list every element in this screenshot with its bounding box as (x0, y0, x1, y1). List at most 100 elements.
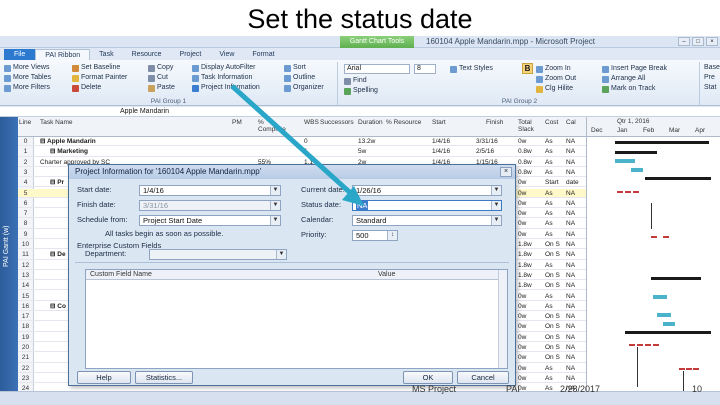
col-task-name[interactable]: Task Name (40, 119, 73, 126)
entry-bar-value[interactable]: Apple Mandarin (120, 108, 169, 115)
arrange-all-button[interactable]: Arrange All (602, 74, 645, 84)
custom-fields-grid[interactable]: Custom Field Name Value (85, 269, 508, 369)
display-autofilter-button[interactable]: Display AutoFilter (192, 63, 255, 73)
col-start[interactable]: Start (432, 119, 446, 126)
maximize-button[interactable]: □ (692, 37, 704, 46)
chevron-down-icon: ▼ (270, 201, 280, 210)
grid-scrollbar[interactable] (498, 270, 507, 368)
table-row[interactable]: 1 ⊟ Marketing 1 5w 1/4/16 2/5/16 0.8w As NA (18, 147, 586, 157)
font-size-select[interactable]: 8 (414, 64, 436, 74)
cell-cost: As (545, 292, 553, 300)
zoom-in-button[interactable]: Zoom In (536, 64, 571, 74)
context-tab-gantt-tools[interactable]: Gantt Chart Tools (340, 36, 414, 48)
set-baseline-button[interactable]: Set Baseline (72, 63, 120, 73)
format-painter-button[interactable]: Format Painter (72, 73, 127, 83)
priority-stepper[interactable]: 500 ↕ (352, 230, 398, 241)
delete-button[interactable]: Delete (72, 83, 101, 93)
gantt-bar-task[interactable] (631, 168, 643, 172)
gantt-link-line (637, 347, 638, 387)
outline-button[interactable]: Outline (284, 73, 315, 83)
status-date-field[interactable]: NA ▼ (352, 200, 502, 211)
clg-hilite-button[interactable]: Clg Hilite (536, 84, 573, 94)
cell-cost: As (545, 158, 553, 166)
cell-finish: 2/5/16 (476, 148, 495, 156)
col-line[interactable]: Line (19, 119, 31, 126)
gantt-bar-marketing[interactable] (615, 151, 657, 154)
zoom-out-button[interactable]: Zoom Out (536, 74, 576, 84)
cell-cost: On S (545, 323, 560, 331)
task-information-button[interactable]: Task Information (192, 73, 252, 83)
insert-page-break-button[interactable]: Insert Page Break (602, 64, 667, 74)
gantt-bar-summary[interactable] (625, 331, 711, 334)
more-tables-button[interactable]: More Tables (4, 73, 51, 83)
start-date-field[interactable]: 1/4/16 ▼ (139, 185, 281, 196)
col-duration[interactable]: Duration (358, 119, 383, 126)
cancel-button[interactable]: Cancel (457, 371, 509, 384)
gantt-bar-task[interactable] (615, 159, 635, 163)
title-bar: Gantt Chart Tools 160104 Apple Mandarin.… (0, 36, 720, 48)
chevron-down-icon[interactable]: ▼ (270, 216, 280, 225)
gantt-bar-task[interactable] (653, 295, 667, 299)
tab-pai-ribbon[interactable]: PAI Ribbon (35, 49, 91, 60)
cell-cal: NA (566, 313, 576, 321)
gantt-bar-summary[interactable] (651, 277, 701, 280)
font-name-select[interactable]: Arial (344, 64, 410, 74)
statistics-button[interactable]: Statistics... (135, 371, 193, 384)
col-resource[interactable]: % Resource (386, 119, 421, 126)
help-button[interactable]: Help (77, 371, 131, 384)
gantt-bar-project-summary[interactable] (615, 141, 709, 144)
schedule-from-select[interactable]: Project Start Date ▼ (139, 215, 281, 226)
chevron-down-icon[interactable]: ▼ (491, 186, 501, 195)
schedule-from-label: Schedule from: (77, 215, 128, 224)
paste-button[interactable]: Paste (148, 83, 175, 93)
organizer-button[interactable]: Organizer (284, 83, 324, 93)
col-wbs[interactable]: WBS (304, 119, 319, 126)
tab-file[interactable]: File (4, 49, 36, 60)
current-date-field[interactable]: 1/26/16 ▼ (352, 185, 502, 196)
more-views-button[interactable]: More Views (4, 63, 49, 73)
chevron-down-icon[interactable]: ▼ (491, 216, 501, 225)
custom-fields-grid-header: Custom Field Name Value (86, 270, 507, 280)
cell-slack: 0.8w (518, 158, 532, 166)
status-short-button[interactable]: Stat (704, 83, 716, 93)
table-row[interactable]: 0 ⊟ Apple Mandarin 0 13.2w 1/4/16 3/31/16 0w As… (18, 137, 586, 147)
gantt-bar-task[interactable] (663, 322, 675, 326)
spelling-button[interactable]: Spelling (344, 86, 378, 96)
gantt-bar-task[interactable] (657, 313, 671, 317)
chevron-down-icon[interactable]: ▼ (491, 201, 501, 210)
ok-button[interactable]: OK (403, 371, 453, 384)
dialog-close-button[interactable]: × (500, 167, 512, 177)
tab-view[interactable]: View (210, 49, 243, 60)
col-cal[interactable]: Cal (566, 119, 576, 126)
tab-project[interactable]: Project (171, 49, 211, 60)
tab-resource[interactable]: Resource (123, 49, 171, 60)
tab-format[interactable]: Format (243, 49, 283, 60)
col-cost[interactable]: Cost (545, 119, 558, 126)
gantt-bar-summary[interactable] (645, 177, 711, 180)
project-information-button[interactable]: Project Information (192, 83, 260, 93)
close-window-button[interactable]: × (706, 37, 718, 46)
chevron-down-icon[interactable]: ▼ (270, 186, 280, 195)
minimize-button[interactable]: – (678, 37, 690, 46)
col-pm[interactable]: PM (232, 119, 242, 126)
more-filters-button[interactable]: More Filters (4, 83, 50, 93)
cut-button[interactable]: Cut (148, 73, 168, 83)
find-button[interactable]: Find (344, 76, 367, 86)
department-label: Department: (85, 249, 127, 258)
col-finish[interactable]: Finish (486, 119, 503, 126)
stepper-arrows-icon[interactable]: ↕ (387, 231, 397, 240)
cell-start: 1/4/16 (432, 138, 451, 145)
copy-button[interactable]: Copy (148, 63, 173, 73)
predecessor-short-button[interactable]: Pre (704, 73, 715, 83)
mark-on-track-button[interactable]: Mark on Track (602, 84, 655, 94)
calendar-select[interactable]: Standard ▼ (352, 215, 502, 226)
baseline-short-button[interactable]: Base (704, 63, 720, 73)
col-pct-complete[interactable]: % Complete (258, 119, 286, 133)
grid-col-value: Value (378, 271, 396, 278)
text-styles-button[interactable]: Text Styles (450, 64, 493, 74)
tab-task[interactable]: Task (90, 49, 122, 60)
col-successors[interactable]: Successors (320, 119, 354, 126)
sort-button[interactable]: Sort (284, 63, 306, 73)
bold-button[interactable]: B (522, 63, 533, 74)
col-total-slack[interactable]: Total Slack (518, 119, 538, 133)
